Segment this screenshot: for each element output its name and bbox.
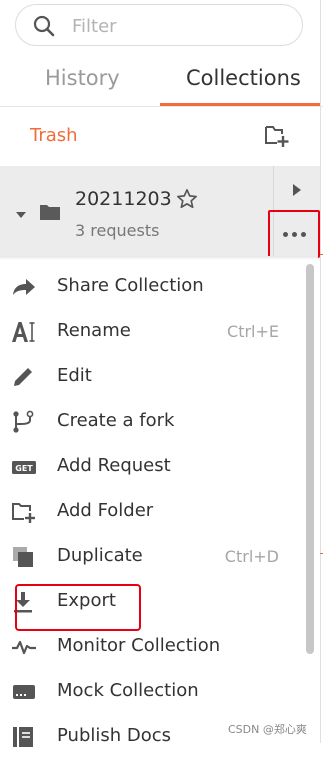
collection-request-count: 3 requests bbox=[75, 221, 160, 240]
menu-item-label: Mock Collection bbox=[57, 680, 199, 701]
chevron-right-icon[interactable] bbox=[292, 184, 302, 196]
menu-item-create-fork[interactable]: Create a fork bbox=[0, 400, 300, 444]
menu-item-label: Duplicate bbox=[57, 545, 143, 566]
fork-icon bbox=[13, 410, 34, 433]
search-input[interactable] bbox=[70, 13, 294, 39]
trash-link[interactable]: Trash bbox=[30, 125, 78, 146]
menu-item-label: Rename bbox=[57, 320, 131, 341]
search-icon bbox=[33, 15, 55, 37]
add-folder-icon bbox=[12, 503, 35, 523]
rename-icon bbox=[12, 322, 35, 342]
menu-item-monitor-collection[interactable]: Monitor Collection bbox=[0, 625, 300, 669]
more-icon bbox=[283, 232, 288, 237]
menu-item-share-collection[interactable]: Share Collection bbox=[0, 265, 300, 309]
star-icon[interactable] bbox=[176, 188, 198, 210]
duplicate-icon bbox=[13, 547, 33, 567]
menu-item-edit[interactable]: Edit bbox=[0, 355, 300, 399]
menu-scrollbar[interactable] bbox=[306, 264, 314, 654]
pencil-icon bbox=[14, 368, 32, 386]
menu-item-add-request[interactable]: GET Add Request bbox=[0, 445, 300, 489]
folder-icon bbox=[40, 205, 60, 220]
watermark: CSDN @郑心爽 bbox=[228, 723, 307, 736]
panel-edge bbox=[320, 0, 321, 743]
menu-item-label: Edit bbox=[57, 365, 92, 386]
new-collection-icon[interactable] bbox=[264, 124, 290, 148]
menu-item-label: Create a fork bbox=[57, 410, 175, 431]
collection-name: 20211203 bbox=[75, 188, 172, 210]
menu-item-duplicate[interactable]: Duplicate Ctrl+D bbox=[0, 535, 300, 579]
menu-item-label: Add Request bbox=[57, 455, 171, 476]
menu-item-shortcut: Ctrl+D bbox=[224, 547, 279, 566]
menu-item-mock-collection[interactable]: Mock Collection bbox=[0, 670, 300, 714]
svg-text:GET: GET bbox=[15, 464, 33, 473]
share-icon bbox=[13, 279, 35, 295]
tab-divider bbox=[0, 106, 323, 107]
menu-item-rename[interactable]: Rename Ctrl+E bbox=[0, 310, 300, 354]
get-request-icon: GET bbox=[12, 461, 36, 474]
tab-history[interactable]: History bbox=[45, 66, 120, 90]
tab-collections[interactable]: Collections bbox=[186, 66, 301, 90]
more-actions-button[interactable] bbox=[268, 210, 320, 258]
menu-item-shortcut: Ctrl+E bbox=[227, 322, 279, 341]
menu-item-label: Monitor Collection bbox=[57, 635, 221, 656]
mock-server-icon bbox=[13, 685, 35, 699]
caret-down-icon[interactable] bbox=[15, 210, 27, 220]
export-highlight-box bbox=[15, 584, 141, 631]
more-icon-dot bbox=[301, 232, 306, 237]
more-icon-dot bbox=[292, 232, 297, 237]
menu-item-label: Share Collection bbox=[57, 275, 204, 296]
menu-item-label: Add Folder bbox=[57, 500, 154, 521]
docs-icon bbox=[13, 727, 33, 747]
search-box[interactable] bbox=[15, 4, 303, 46]
menu-shadow bbox=[0, 256, 318, 260]
menu-item-add-folder[interactable]: Add Folder bbox=[0, 490, 300, 534]
monitor-icon bbox=[12, 640, 36, 655]
